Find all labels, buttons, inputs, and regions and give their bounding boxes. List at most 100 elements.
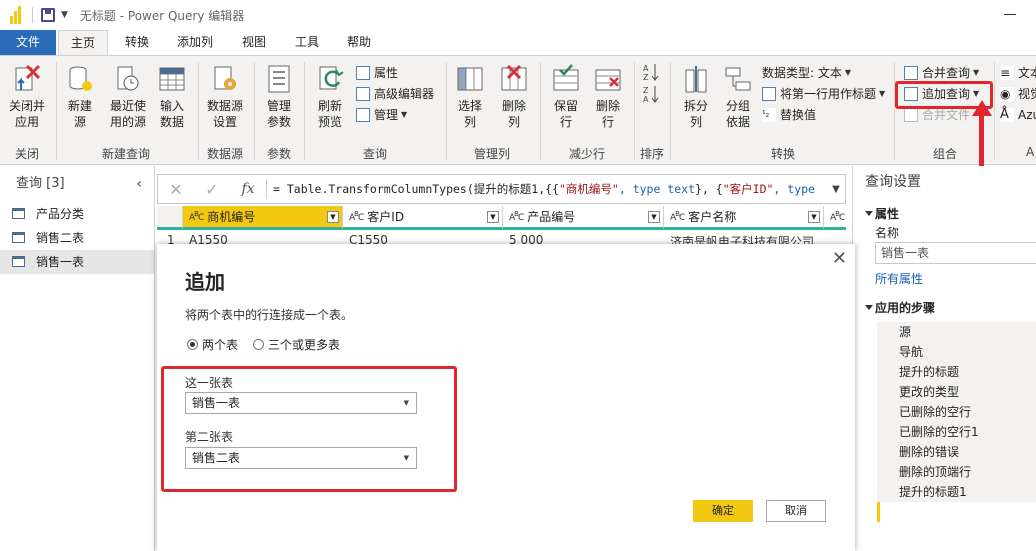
sort-descending-button[interactable]: ZA [640, 84, 662, 108]
chevron-down-icon: ▼ [401, 110, 408, 119]
replace-values-icon: ¹₂ [762, 108, 776, 122]
chevron-down-icon: ▼ [844, 68, 852, 77]
applied-step-selected[interactable] [877, 502, 1036, 522]
remove-columns-button[interactable]: 删除 列 [494, 64, 534, 130]
save-icon[interactable] [41, 8, 55, 22]
choose-columns-button[interactable]: 选择 列 [450, 64, 490, 130]
cancel-button[interactable]: 取消 [766, 500, 826, 522]
split-column-label: 拆分 列 [683, 99, 708, 129]
formula-input[interactable]: = Table.TransformColumnTypes(提升的标题1,{{"商… [273, 181, 827, 197]
expand-formula-chevron-icon[interactable]: ▼ [827, 184, 845, 195]
column-header[interactable]: ABC 客户ID ▼ [343, 206, 503, 230]
column-header[interactable]: ABC 产品编号 ▼ [503, 206, 664, 230]
query-item[interactable]: 产品分类 [0, 202, 154, 226]
choose-columns-label: 选择 列 [457, 99, 482, 129]
filter-dropdown-icon[interactable]: ▼ [648, 211, 660, 223]
vision-label: 视觉 [1018, 87, 1036, 101]
collapse-chevron-icon[interactable]: ‹ [136, 166, 142, 202]
column-header[interactable]: ABC 客户名称 ▼ [664, 206, 824, 230]
new-source-button[interactable]: 新建 源 [62, 64, 98, 130]
quick-access-dropdown-icon[interactable]: ▼ [61, 10, 68, 20]
commit-formula-icon[interactable]: ✓ [194, 180, 230, 199]
enter-data-button[interactable]: 输入 数据 [154, 64, 190, 130]
cancel-formula-icon[interactable]: ✕ [158, 180, 194, 199]
manage-parameters-button[interactable]: 管理 参数 [258, 64, 300, 130]
group-separator [304, 62, 305, 160]
replace-values-button[interactable]: ¹₂ 替换值 [762, 106, 816, 124]
azure-ml-button[interactable]: Å Azu [1000, 106, 1036, 124]
title-bar: ▼ 无标题 - Power Query 编辑器 [0, 0, 1036, 30]
data-type-dropdown[interactable]: 数据类型: 文本 ▼ [762, 64, 851, 82]
close-icon[interactable]: ✕ [832, 248, 847, 269]
applied-step[interactable]: 删除的错误 [877, 442, 1036, 462]
text-analytics-button[interactable]: ≡ 文本 [1000, 64, 1036, 82]
group-label-close: 关闭 [14, 147, 39, 161]
three-or-more-tables-radio[interactable]: 三个或更多表 [253, 336, 340, 353]
enter-data-label: 输入 数据 [159, 99, 184, 129]
applied-step[interactable]: 提升的标题1 [877, 482, 1036, 502]
tab-transform[interactable]: 转换 [112, 30, 162, 55]
group-by-button[interactable]: 分组 依据 [718, 64, 758, 130]
table-menu-icon[interactable] [157, 206, 183, 230]
remove-rows-button[interactable]: 删除 行 [588, 64, 628, 130]
second-table-select[interactable]: 销售二表 ▼ [185, 447, 417, 469]
data-source-settings-button[interactable]: 数据源 设置 [202, 64, 248, 130]
applied-steps-header[interactable]: 应用的步骤 [853, 298, 1036, 318]
use-first-row-headers-button[interactable]: 将第一行用作标题 ▼ [762, 85, 885, 103]
keep-rows-icon [552, 64, 580, 94]
all-properties-link[interactable]: 所有属性 [853, 270, 1036, 288]
data-source-settings-label: 数据源 设置 [206, 99, 243, 129]
sort-ascending-button[interactable]: AZ [640, 62, 662, 86]
applied-step[interactable]: 已删除的空行 [877, 402, 1036, 422]
group-separator [254, 62, 255, 160]
recent-sources-button[interactable]: 最近使 用的源 [104, 64, 152, 130]
close-apply-button[interactable]: 关闭并 应用 [4, 64, 50, 130]
applied-step[interactable]: 已删除的空行1 [877, 422, 1036, 442]
column-header[interactable]: ABC [824, 206, 846, 230]
radio-unselected-icon [253, 339, 264, 350]
merge-queries-button[interactable]: 合并查询 ▼ [904, 64, 979, 82]
tab-add-column[interactable]: 添加列 [166, 30, 224, 55]
group-by-icon [724, 64, 752, 94]
properties-section-header[interactable]: 属性 [853, 204, 1036, 224]
manage-button[interactable]: 管理 ▼ [356, 106, 407, 124]
group-label-new-query: 新建查询 [101, 147, 150, 161]
vision-button[interactable]: ◉ 视觉 [1000, 85, 1036, 103]
tab-home[interactable]: 主页 [58, 30, 108, 55]
filter-dropdown-icon[interactable]: ▼ [808, 211, 820, 223]
refresh-icon [316, 64, 344, 94]
tab-file[interactable]: 文件 [0, 30, 56, 55]
minimize-icon[interactable] [1004, 14, 1016, 15]
filter-dropdown-icon[interactable]: ▼ [487, 211, 499, 223]
split-column-button[interactable]: 拆分 列 [676, 64, 716, 130]
second-table-value: 销售二表 [192, 451, 241, 465]
two-tables-label: 两个表 [202, 338, 239, 352]
new-source-label: 新建 源 [67, 99, 92, 129]
svg-text:Z: Z [643, 86, 649, 95]
azure-icon: Å [1000, 108, 1014, 122]
two-tables-radio[interactable]: 两个表 [187, 336, 238, 353]
query-item-selected[interactable]: 销售一表 [0, 250, 154, 274]
tab-view[interactable]: 视图 [230, 30, 278, 55]
ribbon: 关闭并 应用 关闭 新建 源 最近使 用的源 输入 数据 新建查询 数据源 设置… [0, 55, 1036, 165]
filter-dropdown-icon[interactable]: ▼ [327, 211, 339, 223]
applied-step[interactable]: 源 [877, 322, 1036, 342]
refresh-preview-button[interactable]: 刷新 预览 [308, 64, 352, 130]
applied-step[interactable]: 导航 [877, 342, 1036, 362]
database-icon [66, 64, 94, 94]
tab-help[interactable]: 帮助 [336, 30, 382, 55]
properties-button[interactable]: 属性 [356, 64, 398, 82]
formula-separator [266, 179, 267, 199]
keep-rows-button[interactable]: 保留 行 [546, 64, 586, 130]
applied-step[interactable]: 删除的顶端行 [877, 462, 1036, 482]
applied-step[interactable]: 更改的类型 [877, 382, 1036, 402]
query-name-input[interactable]: 销售一表 [875, 242, 1036, 264]
tab-tools[interactable]: 工具 [284, 30, 330, 55]
applied-step[interactable]: 提升的标题 [877, 362, 1036, 382]
column-header[interactable]: ABC 商机编号 ▼ [183, 206, 343, 230]
advanced-editor-button[interactable]: 高级编辑器 [356, 85, 434, 103]
query-item[interactable]: 销售二表 [0, 226, 154, 250]
first-table-select[interactable]: 销售一表 ▼ [185, 392, 417, 414]
window-title: 无标题 - Power Query 编辑器 [79, 8, 245, 23]
ok-button[interactable]: 确定 [693, 500, 753, 522]
